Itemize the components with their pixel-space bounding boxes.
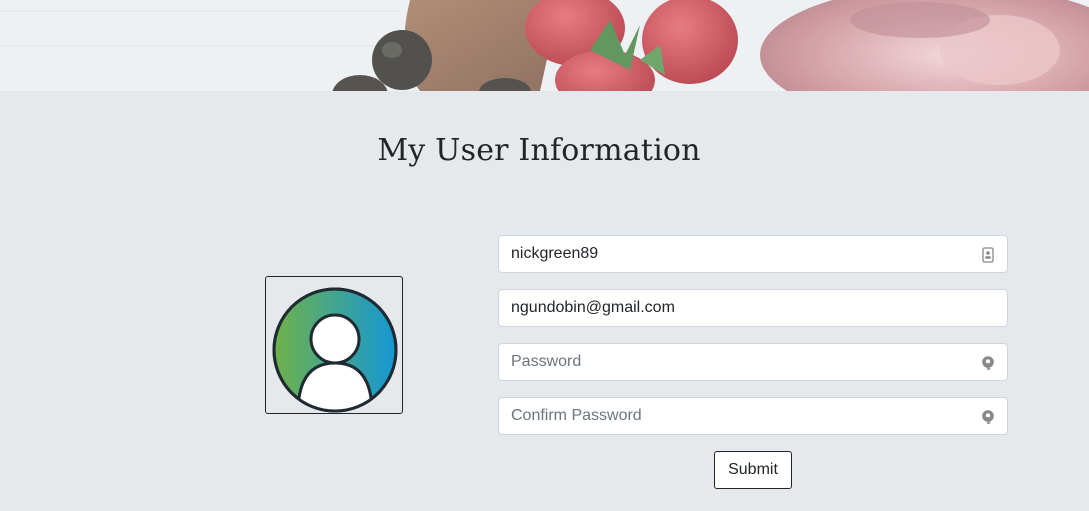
hero-banner-image bbox=[0, 0, 1089, 91]
page-title: My User Information bbox=[377, 133, 701, 168]
submit-button[interactable]: Submit bbox=[714, 451, 792, 489]
password-field[interactable] bbox=[498, 343, 1008, 381]
email-field[interactable] bbox=[498, 289, 1008, 327]
key-icon bbox=[982, 356, 994, 370]
avatar[interactable] bbox=[265, 276, 403, 414]
confirm-password-field[interactable] bbox=[498, 397, 1008, 435]
user-info-page: My User Information nickgreen89 ngundobi… bbox=[0, 0, 1089, 511]
confirm-password-input[interactable] bbox=[499, 398, 1007, 434]
password-input[interactable] bbox=[499, 344, 1007, 380]
contact-card-icon bbox=[982, 247, 994, 263]
key-icon bbox=[982, 410, 994, 424]
email-input[interactable] bbox=[499, 290, 1007, 326]
username-field[interactable] bbox=[498, 235, 1008, 273]
user-avatar-icon bbox=[272, 287, 398, 413]
username-input[interactable] bbox=[499, 236, 1007, 272]
